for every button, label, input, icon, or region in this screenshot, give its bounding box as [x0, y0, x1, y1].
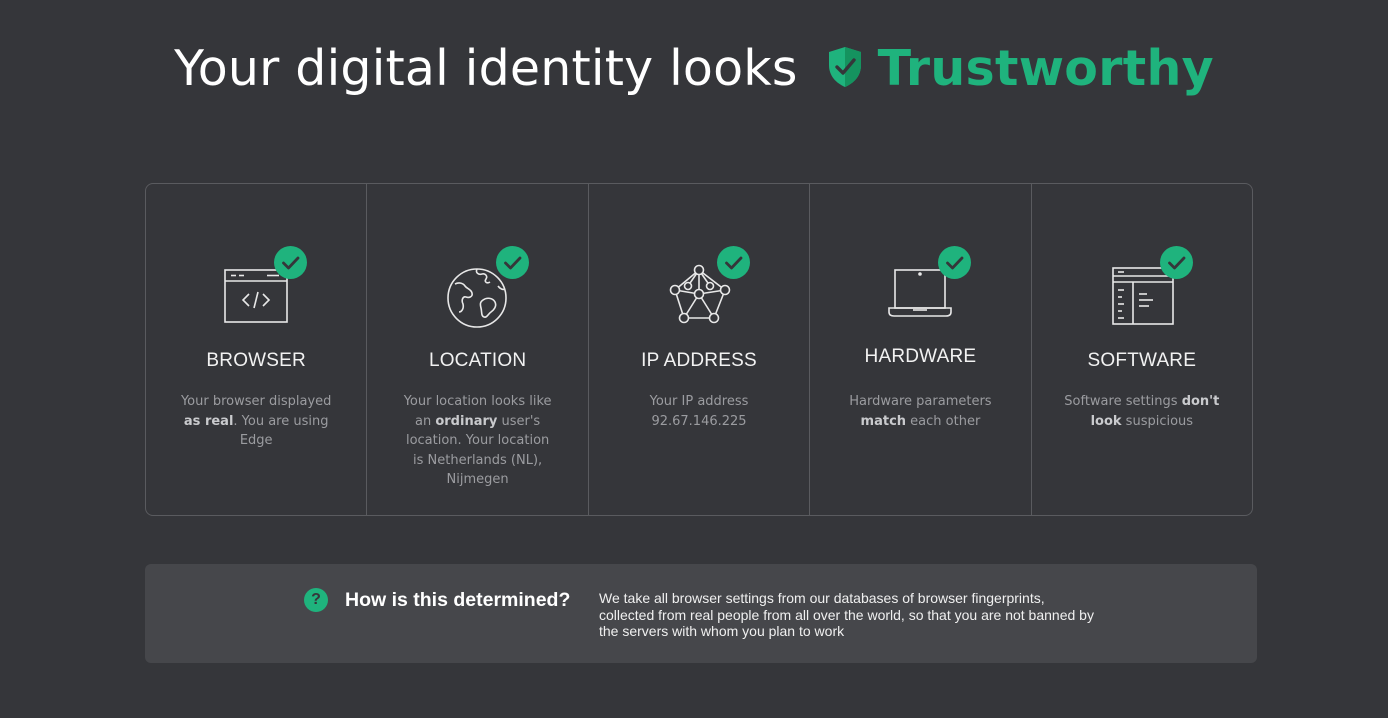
card-title: HARDWARE [864, 346, 977, 367]
card-description: Software settings don't look suspicious [1064, 394, 1220, 429]
card-icon-wrap [445, 246, 529, 328]
check-card-browser: BROWSER Your browser displayed as real. … [146, 184, 368, 515]
identity-check-page: Your digital identity looks Trustworthy [0, 0, 1388, 718]
card-description: Hardware parameters match each other [849, 394, 992, 429]
card-icon-wrap [1109, 246, 1193, 328]
check-cards: BROWSER Your browser displayed as real. … [145, 183, 1253, 516]
check-circle-icon [938, 246, 972, 279]
check-circle-icon [717, 246, 751, 279]
check-circle-icon [495, 246, 529, 279]
card-title: SOFTWARE [1087, 350, 1197, 371]
card-description: Your location looks like an ordinary use… [403, 394, 552, 487]
card-icon-wrap [666, 246, 751, 328]
card-title: BROWSER [206, 350, 306, 371]
check-card-location: LOCATION Your location looks like an ord… [367, 184, 589, 515]
card-title: IP ADDRESS [641, 350, 757, 371]
check-circle-icon [1159, 246, 1193, 279]
headline-verdict: Trustworthy [877, 40, 1214, 97]
question-circle-icon: ? [304, 588, 328, 612]
page-headline: Your digital identity looks Trustworthy [0, 38, 1388, 100]
check-card-software: SOFTWARE Software settings don't look su… [1032, 184, 1252, 515]
card-icon-wrap [887, 246, 972, 328]
shield-check-icon [828, 47, 861, 87]
info-text: We take all browser settings from our da… [599, 590, 1094, 639]
check-card-hardware: HARDWARE Hardware parameters match each … [810, 184, 1032, 515]
how-determined-panel: ? How is this determined? We take all br… [145, 564, 1257, 663]
card-title: LOCATION [428, 350, 527, 371]
check-circle-icon [274, 246, 308, 279]
headline-prefix: Your digital identity looks [174, 40, 798, 97]
info-title: How is this determined? [345, 589, 571, 611]
card-icon-wrap [223, 246, 308, 328]
card-description: Your browser displayed as real. You are … [180, 394, 332, 448]
card-description: Your IP address 92.67.146.225 [649, 394, 749, 429]
check-card-ip-address: IP ADDRESS Your IP address 92.67.146.225 [589, 184, 811, 515]
